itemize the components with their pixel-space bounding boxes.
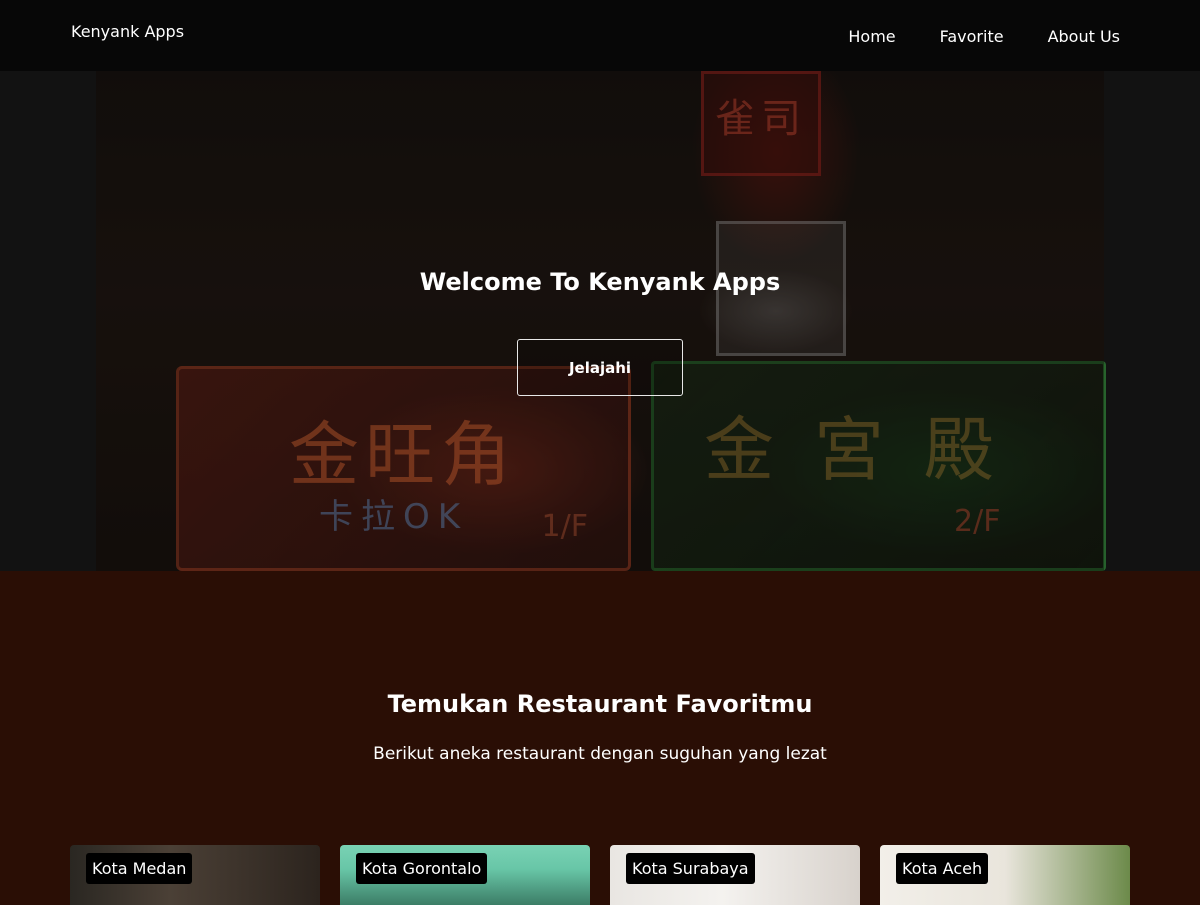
- nav-about-us[interactable]: About Us: [1048, 27, 1120, 46]
- card-city-label: Kota Gorontalo: [356, 853, 488, 884]
- restaurant-card-list: Kota Medan Kota Gorontalo Kota Surabaya …: [70, 845, 1130, 905]
- restaurant-section: Temukan Restaurant Favoritmu Berikut ane…: [0, 571, 1200, 905]
- nav-home[interactable]: Home: [848, 27, 895, 46]
- restaurant-card[interactable]: Kota Aceh: [880, 845, 1130, 905]
- brand-title[interactable]: Kenyank Apps: [71, 22, 184, 41]
- hero-backdrop-image: 雀司 金旺角 卡拉OK 1/F 金宮殿 2/F: [96, 71, 1106, 571]
- hero-section: 雀司 金旺角 卡拉OK 1/F 金宮殿 2/F Welcome To Kenya…: [0, 71, 1200, 571]
- hero-overlay: [96, 71, 1104, 571]
- section-title: Temukan Restaurant Favoritmu: [387, 690, 813, 718]
- section-subtitle: Berikut aneka restaurant dengan suguhan …: [373, 744, 827, 764]
- hero-title: Welcome To Kenyank Apps: [419, 268, 781, 296]
- explore-button[interactable]: Jelajahi: [517, 339, 683, 396]
- card-city-label: Kota Surabaya: [626, 853, 755, 884]
- restaurant-card[interactable]: Kota Surabaya: [610, 845, 860, 905]
- restaurant-card[interactable]: Kota Medan: [70, 845, 320, 905]
- card-city-label: Kota Medan: [86, 853, 193, 884]
- main-nav: Home Favorite About Us: [848, 27, 1120, 46]
- nav-favorite[interactable]: Favorite: [940, 27, 1004, 46]
- app-header: Kenyank Apps Home Favorite About Us: [0, 0, 1200, 71]
- restaurant-card[interactable]: Kota Gorontalo: [340, 845, 590, 905]
- card-city-label: Kota Aceh: [896, 853, 989, 884]
